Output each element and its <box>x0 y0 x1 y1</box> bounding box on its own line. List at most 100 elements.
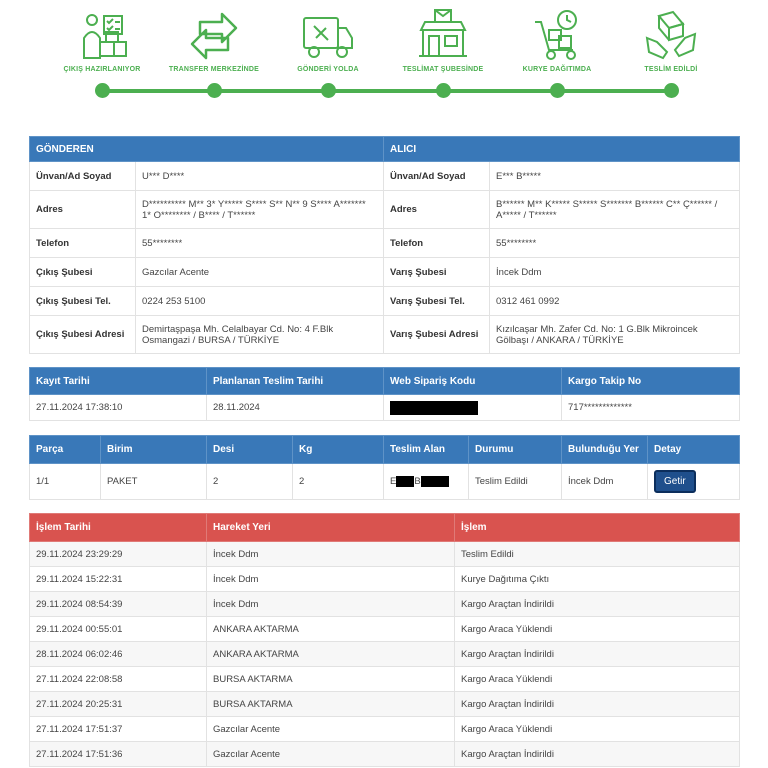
unit-header: Birim <box>100 435 207 464</box>
arrival-branch-label: Varış Şubesi <box>383 257 491 287</box>
departure-branch-label: Çıkış Şubesi <box>29 257 136 287</box>
process-header: İşlem <box>454 513 740 542</box>
history-date: 28.11.2024 06:02:46 <box>29 641 207 667</box>
step-at-branch: TESLİMAT ŞUBESİNDE <box>388 8 498 73</box>
process-date-header: İşlem Tarihi <box>29 513 207 542</box>
sender-header: GÖNDEREN <box>28 136 385 162</box>
receiver-header: ALICI <box>383 136 741 162</box>
step-preparing: ÇIKIŞ HAZIRLANIYOR <box>47 8 157 73</box>
departure-branch-phone-value: 0224 253 5100 <box>134 286 385 316</box>
history-date: 27.11.2024 22:08:58 <box>29 666 207 692</box>
detail-get-button[interactable]: Getir <box>654 470 696 493</box>
shipment-progress-tracker: ÇIKIŞ HAZIRLANIYOR TRANSFER MERKEZİNDE G… <box>0 0 768 110</box>
arrival-branch-phone-label: Varış Şubesi Tel. <box>383 286 491 316</box>
redaction-block <box>390 400 478 415</box>
history-date: 27.11.2024 17:51:37 <box>29 716 207 742</box>
history-place: Gazcılar Acente <box>206 741 455 767</box>
planned-date-value: 28.11.2024 <box>206 394 384 421</box>
record-date-value: 27.11.2024 17:38:10 <box>29 394 207 421</box>
piece-header: Parça <box>29 435 101 464</box>
received-by-value: EB <box>383 463 469 500</box>
sender-address-label: Adres <box>29 190 136 229</box>
detail-header: Detay <box>647 435 740 464</box>
progress-dot-3 <box>320 83 336 98</box>
receiver-phone-value: 55******** <box>489 228 741 258</box>
history-row: 29.11.2024 00:55:01 ANKARA AKTARMA Kargo… <box>29 616 740 642</box>
redaction-block <box>396 475 415 487</box>
kg-header: Kg <box>292 435 384 464</box>
history-action: Kargo Araçtan İndirildi <box>454 691 740 717</box>
detail-cell: Getir <box>647 463 740 500</box>
history-row: 27.11.2024 20:25:31 BURSA AKTARMA Kargo … <box>29 691 740 717</box>
progress-dot-1 <box>94 83 110 98</box>
step-transfer: TRANSFER MERKEZİNDE <box>159 8 269 73</box>
sender-address-value: D********** M** 3* Y***** S**** S** N** … <box>134 190 385 229</box>
history-date: 29.11.2024 23:29:29 <box>29 541 207 567</box>
sender-name-label: Ünvan/Ad Soyad <box>29 161 136 191</box>
desi-header: Desi <box>206 435 293 464</box>
history-action: Kargo Araca Yüklendi <box>454 616 740 642</box>
history-action: Kurye Dağıtıma Çıktı <box>454 566 740 592</box>
kg-value: 2 <box>292 463 384 500</box>
progress-line <box>102 89 671 93</box>
step-label: GÖNDERİ YOLDA <box>297 66 359 73</box>
status-value: Teslim Edildi <box>468 463 562 500</box>
redaction-block <box>420 475 449 487</box>
received-by-header: Teslim Alan <box>383 435 469 464</box>
departure-branch-address-label: Çıkış Şubesi Adresi <box>29 315 136 354</box>
progress-dot-6 <box>663 83 679 98</box>
receiver-address-value: B****** M** K***** S***** S******* B****… <box>489 190 741 229</box>
step-delivered: TESLİM EDİLDİ <box>616 8 726 73</box>
history-row: 27.11.2024 22:08:58 BURSA AKTARMA Kargo … <box>29 666 740 692</box>
party-row-branch: Çıkış Şubesi Gazcılar Acente Varış Şubes… <box>29 257 741 287</box>
party-row-name: Ünvan/Ad Soyad U*** D**** Ünvan/Ad Soyad… <box>29 161 741 191</box>
history-row: 29.11.2024 08:54:39 İncek Ddm Kargo Araç… <box>29 591 740 617</box>
step-label: TESLİMAT ŞUBESİNDE <box>402 66 484 73</box>
transfer-arrows-icon <box>190 12 238 60</box>
party-row-branch-address: Çıkış Şubesi Adresi Demirtaşpaşa Mh. Cel… <box>29 315 741 354</box>
history-place: ANKARA AKTARMA <box>206 616 455 642</box>
step-label: TRANSFER MERKEZİNDE <box>168 66 260 73</box>
sender-name-value: U*** D**** <box>134 161 385 191</box>
history-row: 28.11.2024 06:02:46 ANKARA AKTARMA Kargo… <box>29 641 740 667</box>
parcel-table: Parça Birim Desi Kg Teslim Alan Durumu B… <box>29 435 740 500</box>
history-action: Kargo Araçtan İndirildi <box>454 741 740 767</box>
receiver-address-label: Adres <box>383 190 491 229</box>
history-date: 29.11.2024 00:55:01 <box>29 616 207 642</box>
progress-dot-5 <box>549 83 565 98</box>
history-row: 27.11.2024 17:51:37 Gazcılar Acente Karg… <box>29 716 740 742</box>
planned-date-header: Planlanan Teslim Tarihi <box>206 367 384 395</box>
tracking-no-value: 717************* <box>561 394 740 421</box>
history-action: Kargo Araca Yüklendi <box>454 666 740 692</box>
desi-value: 2 <box>206 463 293 500</box>
history-row: 29.11.2024 23:29:29 İncek Ddm Teslim Edi… <box>29 541 740 567</box>
location-value: İncek Ddm <box>561 463 648 500</box>
history-row: 29.11.2024 15:22:31 İncek Ddm Kurye Dağı… <box>29 566 740 592</box>
departure-branch-address-value: Demirtaşpaşa Mh. Celalbayar Cd. No: 4 F.… <box>134 315 385 354</box>
sender-phone-label: Telefon <box>29 228 136 258</box>
arrival-branch-value: İncek Ddm <box>489 257 741 287</box>
progress-dot-2 <box>206 83 222 98</box>
history-date: 29.11.2024 15:22:31 <box>29 566 207 592</box>
piece-value: 1/1 <box>29 463 101 500</box>
receiver-phone-label: Telefon <box>383 228 491 258</box>
history-action: Kargo Araçtan İndirildi <box>454 591 740 617</box>
history-action: Kargo Araca Yüklendi <box>454 716 740 742</box>
step-courier: KURYE DAĞITIMDA <box>502 8 612 73</box>
step-on-the-way: GÖNDERİ YOLDA <box>273 8 383 73</box>
receiver-name-value: E*** B***** <box>489 161 741 191</box>
arrival-branch-address-label: Varış Şubesi Adresi <box>383 315 491 354</box>
courier-trolley-icon <box>535 10 577 60</box>
sender-receiver-table: GÖNDEREN ALICI Ünvan/Ad Soyad U*** D****… <box>28 136 741 354</box>
movement-place-header: Hareket Yeri <box>206 513 455 542</box>
history-date: 27.11.2024 17:51:36 <box>29 741 207 767</box>
tracking-no-header: Kargo Takip No <box>561 367 740 395</box>
departure-branch-phone-label: Çıkış Şubesi Tel. <box>29 286 136 316</box>
package-preparing-icon <box>83 14 127 59</box>
history-place: Gazcılar Acente <box>206 716 455 742</box>
party-row-branch-phone: Çıkış Şubesi Tel. 0224 253 5100 Varış Şu… <box>29 286 741 316</box>
movement-history-table: İşlem Tarihi Hareket Yeri İşlem 29.11.20… <box>29 513 740 767</box>
location-header: Bulunduğu Yer <box>561 435 648 464</box>
web-order-code-header: Web Sipariş Kodu <box>383 367 562 395</box>
parcel-row: 1/1 PAKET 2 2 EB Teslim Edildi İncek Ddm… <box>29 463 740 500</box>
